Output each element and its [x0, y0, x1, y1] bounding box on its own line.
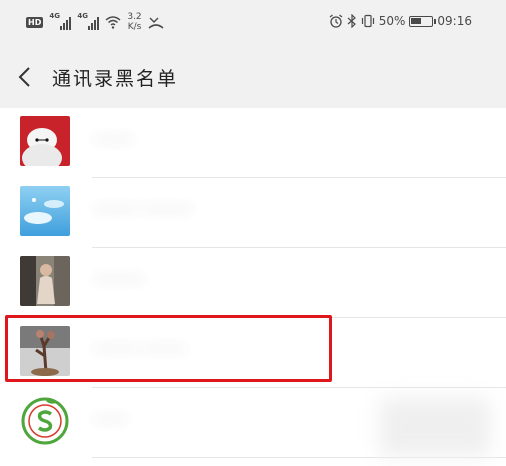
bluetooth-icon: [347, 14, 356, 28]
signal-label: 4G: [49, 12, 60, 20]
battery-icon: [409, 15, 437, 27]
signal-icon: 4G: [49, 12, 72, 30]
logo-avatar: [20, 396, 70, 446]
tree-avatar: [20, 326, 70, 376]
alarm-icon: [329, 14, 343, 28]
blacklist-screen: HD 4G 4G 3.2 K/s 50% 09:16 通讯录黑名单 ······…: [0, 0, 506, 466]
missed-call-icon: [148, 17, 164, 29]
speed-unit: K/s: [127, 22, 142, 32]
list-item[interactable]: ········ ········: [0, 318, 506, 388]
portrait-avatar: [20, 256, 70, 306]
title-bar: 通讯录黑名单: [0, 46, 506, 108]
contact-name: ········ ········: [94, 340, 186, 360]
list-item[interactable]: ·······: [0, 108, 506, 178]
signal-icon: 4G: [77, 12, 100, 30]
baymax-avatar: [20, 116, 70, 166]
list-item[interactable]: ·········: [0, 248, 506, 318]
contact-name: ········ ·········: [94, 200, 192, 220]
status-right: 50% 09:16: [329, 14, 472, 28]
wifi-icon: [105, 16, 121, 29]
status-bar: HD 4G 4G 3.2 K/s 50% 09:16: [0, 0, 506, 46]
list-item[interactable]: ········ ·········: [0, 178, 506, 248]
hd-badge: HD: [26, 16, 44, 28]
vibrate-icon: [361, 14, 374, 28]
contact-name: ······: [94, 410, 127, 430]
battery-percent: 50%: [378, 14, 406, 28]
speed-value: 3.2: [127, 12, 142, 22]
clock: 09:16: [437, 14, 472, 28]
blur-smudge: [380, 398, 490, 456]
network-speed: 3.2 K/s: [127, 12, 141, 32]
sky-avatar: [20, 186, 70, 236]
contact-name: ·······: [94, 130, 132, 150]
divider: [92, 457, 506, 458]
contact-name: ·········: [94, 270, 143, 290]
status-left: HD 4G 4G 3.2 K/s: [26, 12, 164, 32]
signal-label: 4G: [77, 12, 88, 20]
back-arrow-icon[interactable]: [16, 66, 34, 88]
page-title: 通讯录黑名单: [52, 68, 179, 90]
